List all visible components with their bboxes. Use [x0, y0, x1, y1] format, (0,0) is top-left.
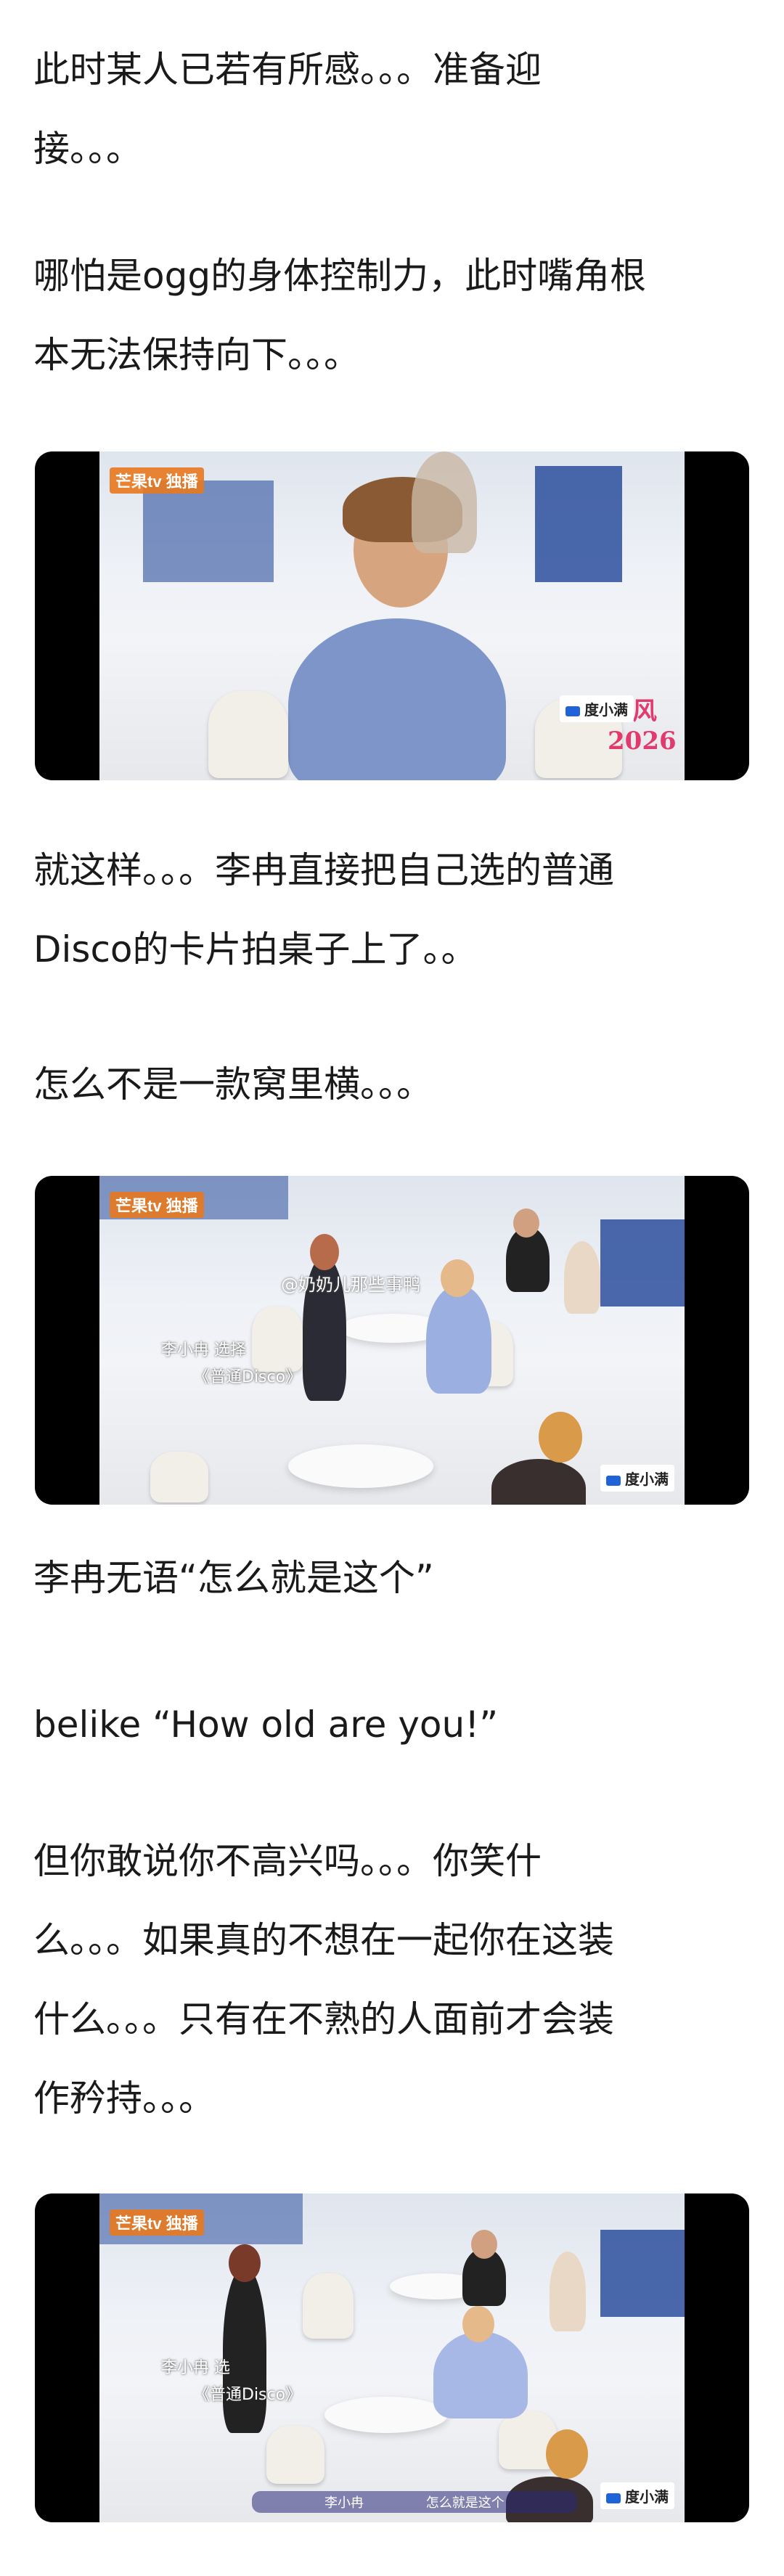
woman-sweater — [288, 618, 506, 780]
caption-name: 李小冉 选择 — [161, 1341, 246, 1359]
sponsor-badge: 度小满 — [600, 2482, 674, 2509]
post-paragraph: 就这样。。。李冉直接把自己选的普通 Disco的卡片拍桌子上了。。 — [33, 849, 614, 970]
caption-name: 李小冉 选 — [161, 2359, 230, 2377]
post-paragraph: 但你敢说你不高兴吗。。。你笑什 么。。。如果真的不想在一起你在这装 什么。。。只… — [33, 1840, 614, 2119]
person-walking — [223, 2266, 266, 2433]
sponsor-badge: 度小满 — [560, 695, 634, 722]
post-paragraph: 哪怕是ogg的身体控制力，此时嘴角根 本无法保持向下。。。 — [33, 255, 647, 376]
caption-song: 《普通Disco》 — [194, 1368, 302, 1386]
video-frame: 芒果tv 独播 @奶奶儿那些事鸭 李小冉 选择 《普通Disco》 度小满 — [99, 1176, 685, 1505]
post-image-3[interactable]: 芒果tv 独播 李小冉 选 《普通Disco》 李小冉 怎么就是这个 度小满 — [35, 2193, 749, 2522]
video-frame: 乘风 2026 芒果tv 独播 度小满 — [99, 451, 685, 780]
sponsor-badge: 度小满 — [600, 1465, 674, 1492]
mgtv-watermark: 芒果tv 独播 — [110, 2209, 204, 2236]
subtitle-bar: 李小冉 怎么就是这个 — [252, 2491, 577, 2513]
person-seated — [426, 1285, 491, 1394]
video-frame: 芒果tv 独播 李小冉 选 《普通Disco》 李小冉 怎么就是这个 度小满 — [99, 2193, 685, 2522]
weibo-watermark: @奶奶儿那些事鸭 — [281, 1275, 420, 1295]
post-paragraph: 此时某人已若有所感。。。准备迎 接。。。 — [33, 49, 542, 170]
mgtv-watermark: 芒果tv 独播 — [110, 467, 204, 494]
duxiaoman-logo-icon — [606, 2493, 621, 2503]
mgtv-watermark: 芒果tv 独播 — [110, 1192, 204, 1218]
post-image-1[interactable]: 乘风 2026 芒果tv 独播 度小满 — [35, 451, 749, 780]
person-reclining — [433, 2331, 528, 2418]
post-paragraph: 李冉无语“怎么就是这个” — [33, 1557, 434, 1599]
subtitle-text: 怎么就是这个 — [425, 2495, 505, 2511]
post-paragraph: belike “How old are you!” — [33, 1704, 499, 1746]
duxiaoman-logo-icon — [606, 1475, 621, 1486]
post-paragraph: 怎么不是一款窝里横。。。 — [33, 1063, 433, 1105]
duxiaoman-logo-icon — [565, 706, 580, 716]
subtitle-speaker: 李小冉 — [324, 2495, 364, 2511]
caption-song: 《普通Disco》 — [194, 2386, 302, 2404]
post-image-2[interactable]: 芒果tv 独播 @奶奶儿那些事鸭 李小冉 选择 《普通Disco》 度小满 — [35, 1176, 749, 1505]
